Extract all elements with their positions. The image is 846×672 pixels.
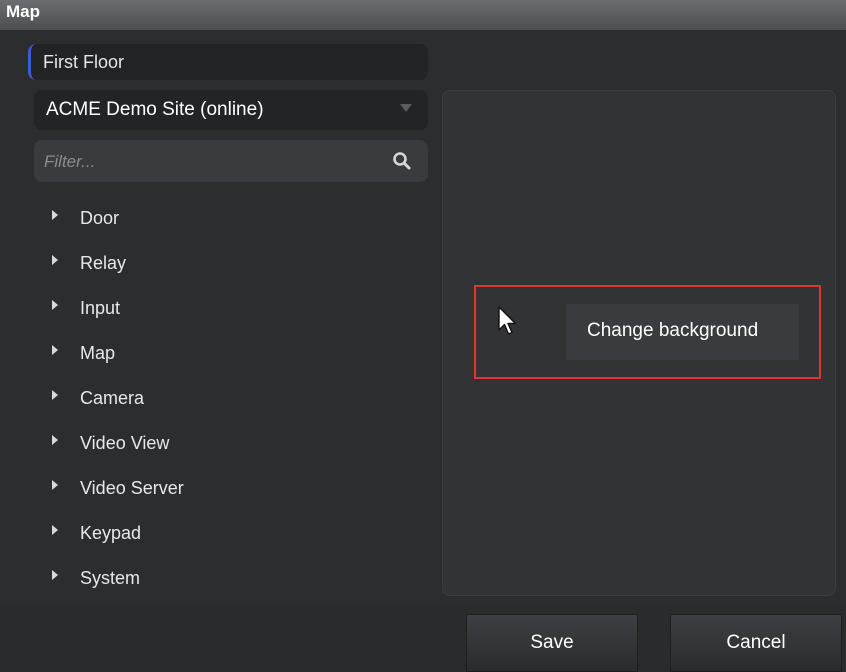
tree-item-video-server[interactable]: Video Server <box>34 468 434 513</box>
title-bar: Map <box>0 0 846 30</box>
expand-caret-icon[interactable] <box>52 525 58 535</box>
expand-caret-icon[interactable] <box>52 300 58 310</box>
cancel-button[interactable]: Cancel <box>670 614 842 672</box>
window-title: Map <box>6 2 40 21</box>
tree-item-keypad[interactable]: Keypad <box>34 513 434 558</box>
search-icon[interactable] <box>392 151 412 171</box>
expand-caret-icon[interactable] <box>52 570 58 580</box>
tree-item-label: System <box>80 568 141 588</box>
expand-caret-icon[interactable] <box>52 255 58 265</box>
map-editor-window: Map First Floor ACME Demo Site (online) … <box>0 0 846 672</box>
tree-item-label: Video Server <box>80 478 184 498</box>
expand-caret-icon[interactable] <box>52 390 58 400</box>
change-background-menu-item[interactable]: Change background <box>587 320 758 342</box>
object-tree: Door Relay Input Map Camera Video View V… <box>34 198 434 603</box>
chevron-down-icon[interactable] <box>400 104 412 112</box>
context-menu: Change background <box>496 304 799 360</box>
tree-item-label: Keypad <box>80 523 142 543</box>
tree-item-map[interactable]: Map <box>34 333 434 378</box>
tree-item-label: Map <box>80 343 116 363</box>
tree-item-label: Input <box>80 298 121 318</box>
tree-item-camera[interactable]: Camera <box>34 378 434 423</box>
site-dropdown[interactable]: ACME Demo Site (online) <box>34 90 428 130</box>
tree-item-door[interactable]: Door <box>34 198 434 243</box>
mouse-cursor-icon <box>498 306 517 335</box>
tree-item-label: Relay <box>80 253 127 273</box>
map-name-value: First Floor <box>43 52 124 72</box>
expand-caret-icon[interactable] <box>52 210 58 220</box>
save-button[interactable]: Save <box>466 614 638 672</box>
site-dropdown-value: ACME Demo Site (online) <box>46 99 264 120</box>
tree-item-video-view[interactable]: Video View <box>34 423 434 468</box>
expand-caret-icon[interactable] <box>52 480 58 490</box>
expand-caret-icon[interactable] <box>52 345 58 355</box>
filter-box[interactable] <box>34 140 428 182</box>
expand-caret-icon[interactable] <box>52 435 58 445</box>
tree-item-label: Video View <box>80 433 170 453</box>
tree-item-label: Door <box>80 208 120 228</box>
tree-item-label: Camera <box>80 388 145 408</box>
tree-item-system[interactable]: System <box>34 558 434 603</box>
map-name-field[interactable]: First Floor <box>28 44 428 80</box>
tree-item-input[interactable]: Input <box>34 288 434 333</box>
filter-input[interactable] <box>42 148 386 176</box>
tree-item-relay[interactable]: Relay <box>34 243 434 288</box>
